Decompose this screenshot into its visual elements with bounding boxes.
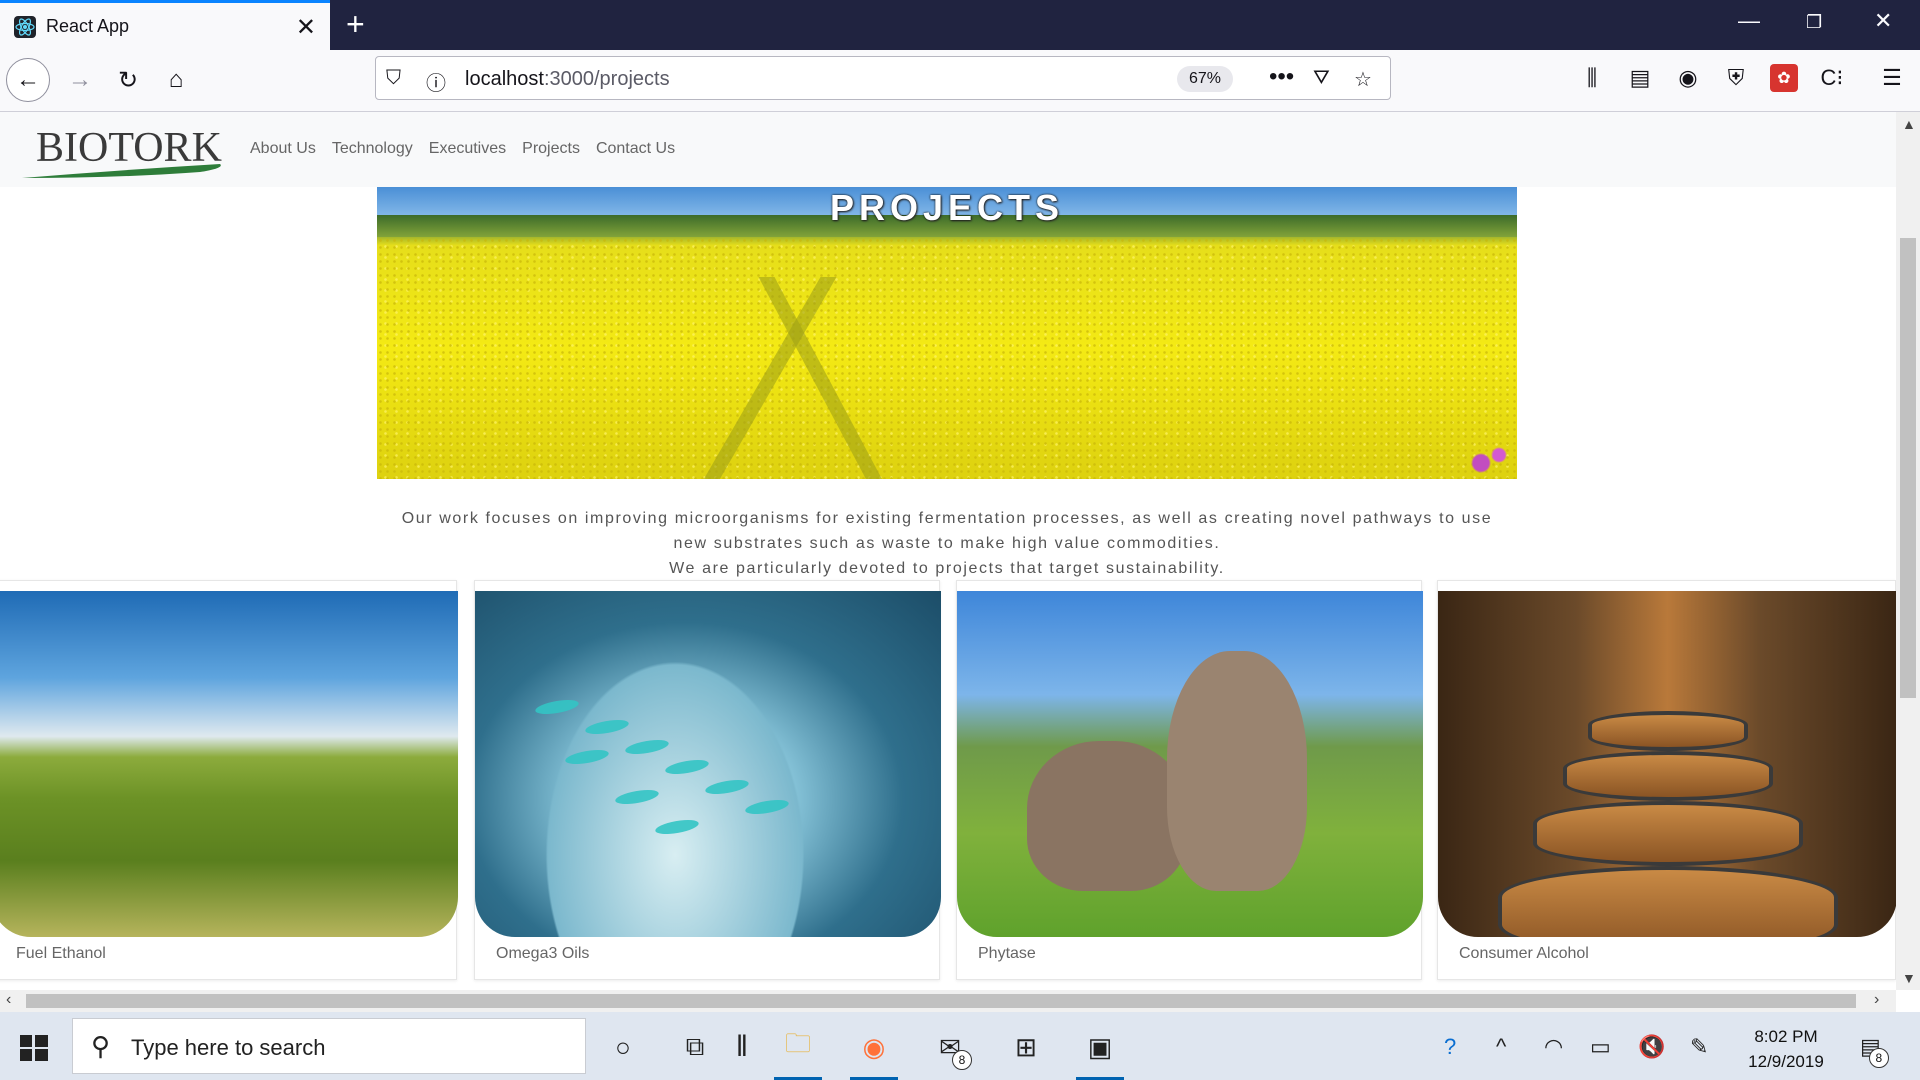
help-icon[interactable]: ? [1444, 1034, 1456, 1060]
back-button[interactable]: ← [6, 58, 50, 102]
hero-title: PROJECTS [829, 187, 1065, 228]
notifications-badge: 8 [1868, 1048, 1889, 1068]
biotork-logo[interactable]: BIOTORK [20, 124, 225, 180]
react-icon [14, 16, 36, 38]
mail-badge: 8 [952, 1050, 972, 1070]
vertical-scrollbar[interactable]: ▲ ▼ [1896, 112, 1920, 990]
barrel-shape [1587, 711, 1748, 751]
cow-shape [1167, 651, 1307, 891]
bookmark-star-icon[interactable]: ☆ [1354, 67, 1372, 92]
nav-executives[interactable]: Executives [429, 140, 506, 158]
search-icon: ⚲ [91, 1031, 111, 1061]
intro-text: Our work focuses on improving microorgan… [377, 506, 1517, 581]
nav-about-us[interactable]: About Us [250, 140, 316, 158]
hero-banner: PROJECTS [377, 187, 1517, 479]
barrel-shape [1562, 751, 1773, 801]
browser-toolbar: ← → ↻ ⌂ ⛉ ⓘ localhost:3000/projects 67% … [0, 50, 1920, 112]
intro-line-2: new substrates such as waste to make hig… [673, 535, 1221, 552]
project-cards: Fuel Ethanol Omega3 Oils Phytase Consume… [0, 580, 1896, 980]
close-window-icon[interactable]: ✕ [1874, 8, 1892, 34]
stone-arch [525, 631, 825, 937]
scroll-down-icon[interactable]: ▼ [1902, 970, 1916, 986]
nav-projects[interactable]: Projects [522, 140, 580, 158]
scroll-right-icon[interactable]: › [1874, 991, 1879, 1009]
search-placeholder: Type here to search [131, 1035, 326, 1060]
project-caption: Fuel Ethanol [16, 945, 106, 962]
barrel-shape [1532, 801, 1803, 866]
battery-icon[interactable]: ▭ [1590, 1034, 1611, 1060]
library-icon[interactable]: ⫼ [1578, 64, 1606, 92]
system-clock[interactable]: 8:02 PM 12/9/2019 [1736, 1024, 1836, 1074]
taskbar-search[interactable]: ⚲ Type here to search [72, 1018, 586, 1074]
volume-muted-icon[interactable]: 🔇 [1638, 1034, 1665, 1060]
address-bar[interactable]: ⛉ ⓘ localhost:3000/projects 67% ••• ⛛ ☆ [375, 56, 1391, 100]
reload-button[interactable]: ↻ [106, 58, 150, 102]
browser-tab[interactable]: React App ✕ [0, 0, 330, 50]
intro-line-3: We are particularly devoted to projects … [669, 560, 1225, 577]
logo-swoosh-icon [22, 164, 221, 178]
tab-title: React App [46, 16, 130, 36]
wifi-icon[interactable]: ◠ [1544, 1034, 1563, 1060]
notifications-icon[interactable]: ▤ 8 [1860, 1034, 1889, 1068]
extension-red-icon[interactable]: ✿ [1770, 64, 1798, 92]
cortana-icon[interactable]: ○ [595, 1022, 651, 1072]
project-card-phytase[interactable]: Phytase [956, 580, 1423, 980]
zoom-indicator[interactable]: 67% [1177, 66, 1234, 92]
cow-shape [1027, 741, 1187, 891]
restore-icon[interactable]: ❐ [1806, 12, 1822, 33]
pocket-icon[interactable]: ⛛ [1313, 67, 1330, 90]
horizontal-scroll-thumb[interactable] [26, 994, 1856, 1008]
nav-contact-us[interactable]: Contact Us [596, 140, 675, 158]
file-explorer-icon[interactable]: 🗀 [770, 1022, 826, 1080]
barrels-image [1438, 591, 1896, 937]
project-caption: Omega3 Oils [496, 945, 590, 962]
wheat-field-image [0, 591, 458, 937]
more-actions-icon[interactable]: ••• [1269, 63, 1294, 91]
site-navbar: BIOTORK About Us Technology Executives P… [0, 112, 1896, 187]
show-hidden-icons-icon[interactable]: ^ [1496, 1034, 1506, 1060]
horizontal-scrollbar[interactable]: ‹ › [0, 990, 1896, 1012]
url-text[interactable]: localhost:3000/projects [465, 68, 670, 91]
ublock-icon[interactable]: ⛨ [1722, 64, 1750, 92]
pen-icon[interactable]: ✎ [1690, 1034, 1708, 1060]
extension-c-icon[interactable]: C⁝ [1818, 64, 1846, 92]
barrel-shape [1497, 866, 1838, 937]
shield-icon[interactable]: ⛉ [386, 67, 401, 90]
new-tab-button[interactable]: + [346, 6, 365, 43]
close-tab-icon[interactable]: ✕ [296, 13, 316, 42]
vertical-scroll-thumb[interactable] [1900, 238, 1916, 698]
project-card-fuel-ethanol[interactable]: Fuel Ethanol [0, 580, 458, 980]
clock-date: 12/9/2019 [1748, 1052, 1824, 1071]
account-icon[interactable]: ◉ [1674, 64, 1702, 92]
store-icon[interactable]: ⊞ [998, 1022, 1054, 1072]
firefox-icon[interactable]: ◉ [846, 1022, 902, 1080]
nav-technology[interactable]: Technology [332, 140, 413, 158]
site-nav-links: About Us Technology Executives Projects … [250, 140, 675, 158]
home-button[interactable]: ⌂ [154, 58, 198, 102]
project-caption: Phytase [978, 945, 1036, 962]
sidebar-icon[interactable]: ▤ [1626, 64, 1654, 92]
project-caption: Consumer Alcohol [1459, 945, 1589, 962]
project-card-omega3-oils[interactable]: Omega3 Oils [474, 580, 941, 980]
hero-flowers [1457, 439, 1517, 479]
taskbar-divider: ‖ [735, 1030, 749, 1063]
page-viewport: BIOTORK About Us Technology Executives P… [0, 112, 1896, 990]
clock-time: 8:02 PM [1754, 1027, 1818, 1046]
project-card-consumer-alcohol[interactable]: Consumer Alcohol [1437, 580, 1896, 980]
mail-icon[interactable]: ✉ 8 [922, 1022, 978, 1072]
cows-grazing-image [957, 591, 1423, 937]
minimize-icon[interactable]: — [1738, 8, 1760, 34]
browser-tab-strip: React App ✕ + — ❐ ✕ [0, 0, 1920, 50]
scroll-left-icon[interactable]: ‹ [6, 991, 11, 1009]
intro-line-1: Our work focuses on improving microorgan… [401, 510, 1493, 527]
windows-start-icon[interactable] [18, 1032, 50, 1064]
fish-school-image [475, 591, 941, 937]
menu-icon[interactable]: ☰ [1878, 64, 1906, 92]
hero-field-texture [377, 237, 1517, 479]
forward-button[interactable]: → [58, 58, 102, 102]
terminal-icon[interactable]: ▣ [1072, 1022, 1128, 1080]
scroll-up-icon[interactable]: ▲ [1902, 116, 1916, 132]
windows-taskbar: ⚲ Type here to search ○ ⧉ ‖ 🗀 ◉ ✉ 8 ⊞ ▣ ?… [0, 1012, 1920, 1080]
info-icon[interactable]: ⓘ [426, 67, 446, 96]
